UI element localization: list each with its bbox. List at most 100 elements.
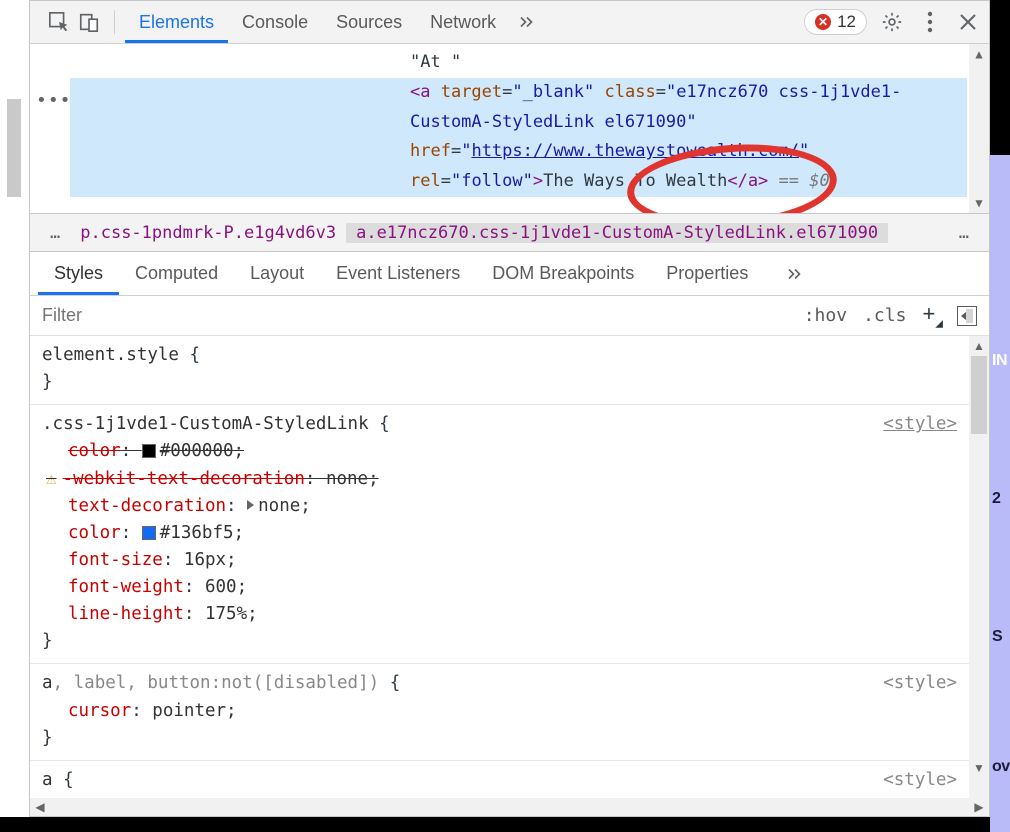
cropped-text: S: [992, 628, 1002, 646]
style-declaration-overridden[interactable]: text-decoration: none;: [68, 794, 957, 798]
style-declaration[interactable]: color: #136bf5;: [68, 520, 957, 547]
devtools-top-tabs: Elements Console Sources Network ✕ 12: [30, 1, 989, 44]
devtools-window: Elements Console Sources Network ✕ 12 "A…: [29, 0, 990, 817]
expand-ellipsis-icon[interactable]: •••: [36, 85, 72, 117]
close-devtools-icon[interactable]: [957, 11, 979, 33]
expand-shorthand-icon[interactable]: [247, 500, 254, 510]
rule-selector[interactable]: .css-1j1vde1-CustomA-StyledLink: [42, 414, 379, 434]
dom-breadcrumb: … p.css-1pndmrk-P.e1g4vd6v3 a.e17ncz670.…: [30, 214, 989, 252]
styles-subtabs: Styles Computed Layout Event Listeners D…: [30, 252, 989, 296]
dom-attr-value: "_blank": [512, 82, 594, 102]
tab-network[interactable]: Network: [416, 1, 510, 43]
style-declaration-overridden[interactable]: color: #000000;: [68, 438, 957, 465]
rule-selector[interactable]: element.style: [42, 345, 190, 365]
brace-open: {: [379, 414, 390, 434]
subtab-dom-breakpoints[interactable]: DOM Breakpoints: [476, 252, 650, 295]
style-declaration[interactable]: line-height: 175%;: [68, 601, 957, 628]
left-scroll-thumb[interactable]: [7, 99, 21, 197]
breadcrumb-overflow-right[interactable]: …: [949, 223, 979, 243]
warning-icon: ⚠: [46, 469, 57, 489]
brace-close: }: [42, 628, 957, 655]
tab-elements[interactable]: Elements: [125, 1, 228, 43]
subtab-computed[interactable]: Computed: [119, 252, 234, 295]
tab-network-label: Network: [430, 12, 496, 33]
toggle-computed-sidebar-icon[interactable]: [957, 306, 977, 326]
breadcrumb-overflow-left[interactable]: …: [40, 223, 70, 243]
brace-open: {: [190, 345, 201, 365]
scroll-thumb[interactable]: [971, 356, 987, 434]
device-toolbar-icon[interactable]: [74, 7, 104, 37]
error-count: 12: [837, 12, 856, 32]
style-declaration-invalid[interactable]: ⚠-webkit-text-decoration: none;: [68, 466, 957, 493]
breadcrumb-item[interactable]: p.css-1pndmrk-P.e1g4vd6v3: [70, 223, 346, 243]
chevron-double-right-icon: [786, 265, 804, 283]
subtab-event-label: Event Listeners: [336, 263, 460, 284]
styles-rules-list[interactable]: element.style { } <style> .css-1j1vde1-C…: [30, 336, 969, 798]
scroll-up-arrow-icon[interactable]: ▲: [969, 336, 989, 356]
rule-selector[interactable]: a, label, button:not([disabled]): [42, 673, 390, 693]
subtab-event-listeners[interactable]: Event Listeners: [320, 252, 476, 295]
styles-filter-row: :hov .cls +◢: [30, 296, 989, 336]
rule-origin-link[interactable]: <style>: [883, 670, 957, 697]
style-declaration[interactable]: text-decoration: none;: [68, 493, 957, 520]
scroll-down-arrow-icon[interactable]: ▼: [969, 758, 989, 778]
new-style-rule-button[interactable]: +◢: [914, 301, 951, 329]
subtab-styles[interactable]: Styles: [38, 252, 119, 295]
tab-sources[interactable]: Sources: [322, 1, 416, 43]
settings-gear-icon[interactable]: [881, 11, 903, 33]
styles-filter-input[interactable]: [40, 304, 796, 327]
rule-origin-link[interactable]: <style>: [883, 411, 957, 438]
brace-open: {: [63, 770, 74, 790]
scroll-right-arrow-icon[interactable]: ▶: [969, 798, 989, 816]
chevron-double-right-icon: [518, 13, 536, 31]
subtab-styles-label: Styles: [54, 263, 103, 284]
styles-horizontal-scrollbar[interactable]: ◀ ▶: [30, 798, 989, 816]
tabs-overflow[interactable]: [510, 1, 544, 43]
brace-open: {: [390, 673, 401, 693]
tab-elements-label: Elements: [139, 12, 214, 33]
cls-toggle[interactable]: .cls: [855, 305, 914, 326]
breadcrumb-item-active[interactable]: a.e17ncz670.css-1j1vde1-CustomA-StyledLi…: [346, 223, 888, 243]
style-declaration[interactable]: cursor: pointer;: [68, 698, 957, 725]
dom-selected-node[interactable]: ••• <a target="_blank" class="e17ncz670 …: [70, 78, 967, 197]
dom-vertical-scrollbar[interactable]: ▲ ▼: [969, 44, 989, 213]
tab-console-label: Console: [242, 12, 308, 33]
scroll-up-arrow-icon[interactable]: ▲: [969, 44, 989, 64]
style-rule-anchor[interactable]: <style> a { text-decoration: none;: [30, 761, 969, 798]
dom-tag-gt: >: [533, 171, 543, 191]
subtab-layout-label: Layout: [250, 263, 304, 284]
cropped-right-edge: IN 2 S ov: [990, 0, 1010, 832]
style-declaration[interactable]: font-weight: 600;: [68, 574, 957, 601]
kebab-menu-icon[interactable]: [919, 11, 941, 33]
dom-text-node[interactable]: "At ": [70, 48, 967, 78]
subtabs-overflow[interactable]: [770, 252, 820, 295]
hov-toggle[interactable]: :hov: [796, 305, 855, 326]
dom-attr-quote: ": [461, 141, 471, 161]
error-count-pill[interactable]: ✕ 12: [804, 9, 867, 35]
dom-tag-open: <a: [410, 82, 430, 102]
dom-attr-name: href: [410, 141, 451, 161]
style-rule-element-style[interactable]: element.style { }: [30, 336, 969, 405]
styles-panel: element.style { } <style> .css-1j1vde1-C…: [30, 336, 989, 798]
subtab-properties[interactable]: Properties: [650, 252, 764, 295]
style-rule-custom-link[interactable]: <style> .css-1j1vde1-CustomA-StyledLink …: [30, 405, 969, 664]
style-declaration[interactable]: font-size: 16px;: [68, 547, 957, 574]
style-rule-interactive[interactable]: <style> a, label, button:not([disabled])…: [30, 664, 969, 760]
cropped-text: 2: [992, 490, 1000, 508]
rule-selector[interactable]: a: [42, 770, 63, 790]
dom-eq-dollar-zero: == $0: [768, 171, 829, 191]
subtab-properties-label: Properties: [666, 263, 748, 284]
elements-dom-tree[interactable]: "At " ••• <a target="_blank" class="e17n…: [30, 44, 989, 214]
styles-vertical-scrollbar[interactable]: ▲ ▼: [969, 336, 989, 798]
left-gutter-scrollbar[interactable]: [0, 0, 29, 817]
rule-origin-link[interactable]: <style>: [883, 767, 957, 794]
inspect-element-icon[interactable]: [44, 7, 74, 37]
subtab-layout[interactable]: Layout: [234, 252, 320, 295]
scroll-left-arrow-icon[interactable]: ◀: [30, 798, 50, 816]
dom-attr-name: target: [430, 82, 502, 102]
scroll-down-arrow-icon[interactable]: ▼: [969, 193, 989, 213]
dom-href-link[interactable]: https://www.thewaystowealth.com/: [471, 141, 799, 161]
tab-console[interactable]: Console: [228, 1, 322, 43]
dom-inner-text: The Ways To Wealth: [543, 171, 727, 191]
dom-attr-quote: ": [799, 141, 809, 161]
